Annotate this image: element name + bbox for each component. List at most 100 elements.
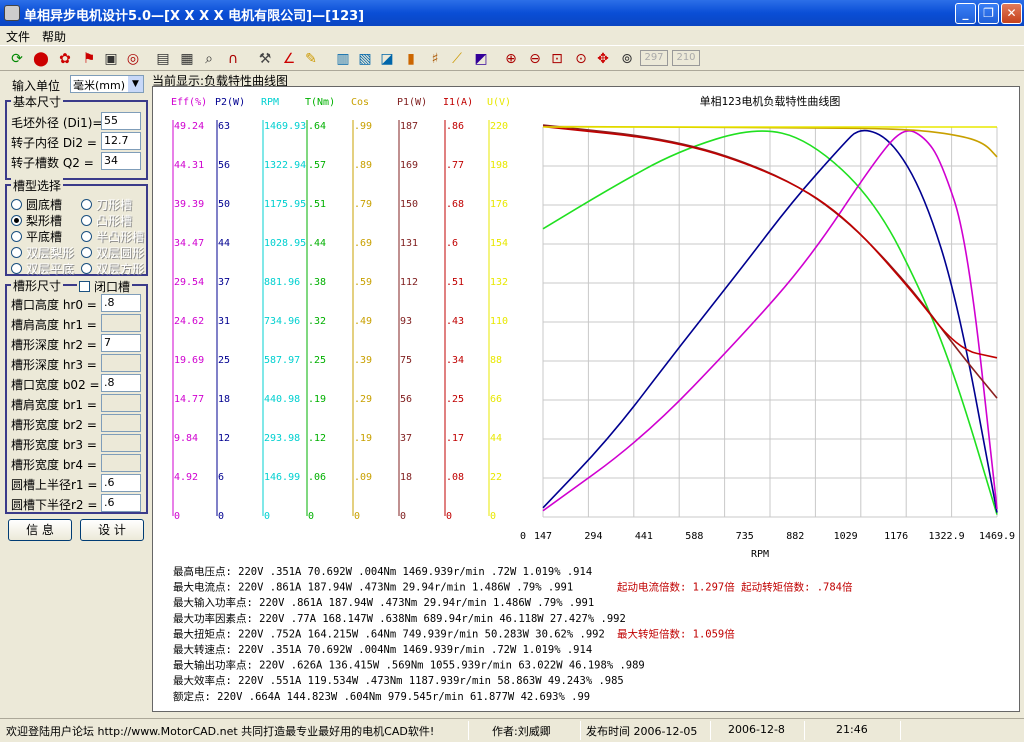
note-icon[interactable]: ✎ <box>302 50 320 68</box>
slot-type-group: 槽型选择 圆底槽 刀形槽 梨形槽 凸形槽 平底槽 半凸形槽 双层梨形 双层圆形 … <box>5 177 148 277</box>
chair-icon[interactable]: ♯ <box>426 50 444 68</box>
result-line: 最大输入功率点: 220V .861A 187.94W .473Nm 29.94… <box>173 596 594 609</box>
toolbar: ⟳ ⬤ ✿ ⚑ ▣ ◎ ▤ ▦ ⌕ ∩ ⚒ ∠ ✎ ▥ ▧ ◪ ▮ ♯ ⟋ ◩ … <box>0 45 1024 71</box>
checkbox-label: 闭口槽 <box>94 280 131 294</box>
tool-icon[interactable]: ⚒ <box>256 50 274 68</box>
zoom-fit-icon[interactable]: ⊙ <box>572 50 590 68</box>
hr3-input[interactable] <box>101 354 141 372</box>
chart-canvas[interactable]: Eff(%) 49.24 44.31 39.39 34.47 29.54 24.62 19.6… <box>152 86 1020 712</box>
axis-tick-label: .17 <box>446 433 464 444</box>
axis-tick-label: .09 <box>354 472 372 483</box>
hr1-input[interactable] <box>101 314 141 332</box>
axis-tick-label: .89 <box>354 160 372 171</box>
axis-title: P1(W) <box>397 97 427 108</box>
gear-icon[interactable]: ✿ <box>56 50 74 68</box>
curve-icon[interactable]: ∠ <box>280 50 298 68</box>
zoom-box-icon[interactable]: ⊡ <box>548 50 566 68</box>
radio-flat-slot[interactable]: 平底槽 <box>11 228 62 245</box>
axis-tick-label: 1175.95 <box>264 199 306 210</box>
radio-icon <box>81 231 92 242</box>
radio-double-square-slot[interactable]: 双层方形 <box>81 260 144 277</box>
target-icon[interactable]: ◎ <box>124 50 142 68</box>
menu-file[interactable]: 文件 <box>0 26 36 45</box>
axis-tick-label: 56 <box>218 160 230 171</box>
radio-label: 半凸形槽 <box>96 230 145 244</box>
magnet-icon[interactable]: ∩ <box>224 50 242 68</box>
r1-input[interactable]: .6 <box>101 474 141 492</box>
paper-height-box[interactable]: 210 <box>672 50 700 66</box>
book-icon[interactable]: ▧ <box>356 50 374 68</box>
axis-tick-label: 131 <box>400 238 418 249</box>
axis-tick-label: 1469.93 <box>264 121 306 132</box>
result-ratio: 最大转矩倍数: 1.059倍 <box>617 627 735 640</box>
radio-half-convex-slot[interactable]: 半凸形槽 <box>81 228 144 245</box>
field-label: 槽形宽度 br3 = <box>11 438 97 452</box>
br3-input[interactable] <box>101 434 141 452</box>
axis-tick-label: 31 <box>218 316 230 327</box>
hr0-input[interactable]: .8 <box>101 294 141 312</box>
axis-tick-label: 132 <box>490 277 508 288</box>
radio-double-round-slot[interactable]: 双层圆形 <box>81 244 144 261</box>
axis-tick-label: .49 <box>354 316 372 327</box>
chart-icon[interactable]: ◩ <box>472 50 490 68</box>
inner-diameter-input[interactable]: 12.7 <box>101 132 141 150</box>
br1-input[interactable] <box>101 394 141 412</box>
x-tick-label: 147 <box>534 531 552 542</box>
pan-icon[interactable]: ✥ <box>594 50 612 68</box>
hr2-input[interactable]: 7 <box>101 334 141 352</box>
zoom-in-icon[interactable]: ⊕ <box>502 50 520 68</box>
motor-icon[interactable]: ▣ <box>102 50 120 68</box>
r2-input[interactable]: .6 <box>101 494 141 512</box>
close-button[interactable]: ✕ <box>1001 3 1022 24</box>
axis-title: T(Nm) <box>305 97 335 108</box>
axis-tick-label: 220 <box>490 121 508 132</box>
zoom-out-icon[interactable]: ⊖ <box>526 50 544 68</box>
radio-convex-slot[interactable]: 凸形槽 <box>81 212 132 229</box>
radio-knife-slot[interactable]: 刀形槽 <box>81 196 132 213</box>
app-icon[interactable] <box>4 5 20 21</box>
document-icon[interactable]: ▤ <box>154 50 172 68</box>
status-date: 2006-12-8 <box>728 723 785 736</box>
radio-pear-slot[interactable]: 梨形槽 <box>11 212 62 229</box>
minimize-button[interactable]: _ <box>955 3 976 24</box>
export-icon[interactable]: ◪ <box>378 50 396 68</box>
radio-double-pear-slot[interactable]: 双层梨形 <box>11 244 74 261</box>
br2-input[interactable] <box>101 414 141 432</box>
slot-count-input[interactable]: 34 <box>101 152 141 170</box>
refresh-icon[interactable]: ⟳ <box>8 50 26 68</box>
maximize-button[interactable]: ❐ <box>978 3 999 24</box>
br4-input[interactable] <box>101 454 141 472</box>
menu-help[interactable]: 帮助 <box>36 26 72 45</box>
film-icon[interactable]: ▮ <box>402 50 420 68</box>
stop-icon[interactable]: ⬤ <box>32 50 50 68</box>
axis-tick-label: 75 <box>400 355 412 366</box>
window-title: 单相异步电机设计5.0—[X X X X 电机有限公司]—[123] <box>24 9 365 24</box>
radio-double-flat-slot[interactable]: 双层平底 <box>11 260 74 277</box>
axis-tick-label: 154 <box>490 238 508 249</box>
chevron-down-icon[interactable]: ▼ <box>128 76 143 92</box>
radio-round-slot[interactable]: 圆底槽 <box>11 196 62 213</box>
table-icon[interactable]: ▦ <box>178 50 196 68</box>
result-ratio: 起动电流倍数: 1.297倍 起动转矩倍数: .784倍 <box>617 581 853 594</box>
x-axis-title: RPM <box>751 549 769 560</box>
calculator-icon[interactable]: ▥ <box>334 50 352 68</box>
b02-input[interactable]: .8 <box>101 374 141 392</box>
zoom-reset-icon[interactable]: ⊚ <box>618 50 636 68</box>
find-icon[interactable]: ⌕ <box>200 50 218 68</box>
paper-width-box[interactable]: 297 <box>640 50 668 66</box>
outer-diameter-input[interactable]: 55 <box>101 112 141 130</box>
slot-size-title: 槽形尺寸 <box>11 277 64 294</box>
info-button[interactable]: 信 息 <box>8 519 72 541</box>
design-button[interactable]: 设 计 <box>80 519 144 541</box>
closed-slot-checkbox[interactable]: 闭口槽 <box>77 278 133 295</box>
status-forum-text[interactable]: 欢迎登陆用户论坛 http://www.MotorCAD.net 共同打造最专业… <box>6 723 434 739</box>
flag-icon[interactable]: ⚑ <box>80 50 98 68</box>
axis-tick-label: 0 <box>490 511 496 522</box>
axis-tick-label: 44.31 <box>174 160 204 171</box>
field-label: 圆槽下半径r2 = <box>11 498 98 512</box>
axis-tick-label: 440.98 <box>264 394 300 405</box>
axis-tick-label: 18 <box>400 472 412 483</box>
units-select[interactable]: 毫米(mm) ▼ <box>70 75 144 93</box>
axis-tick-label: .6 <box>446 238 458 249</box>
pen-icon[interactable]: ⟋ <box>448 50 466 68</box>
